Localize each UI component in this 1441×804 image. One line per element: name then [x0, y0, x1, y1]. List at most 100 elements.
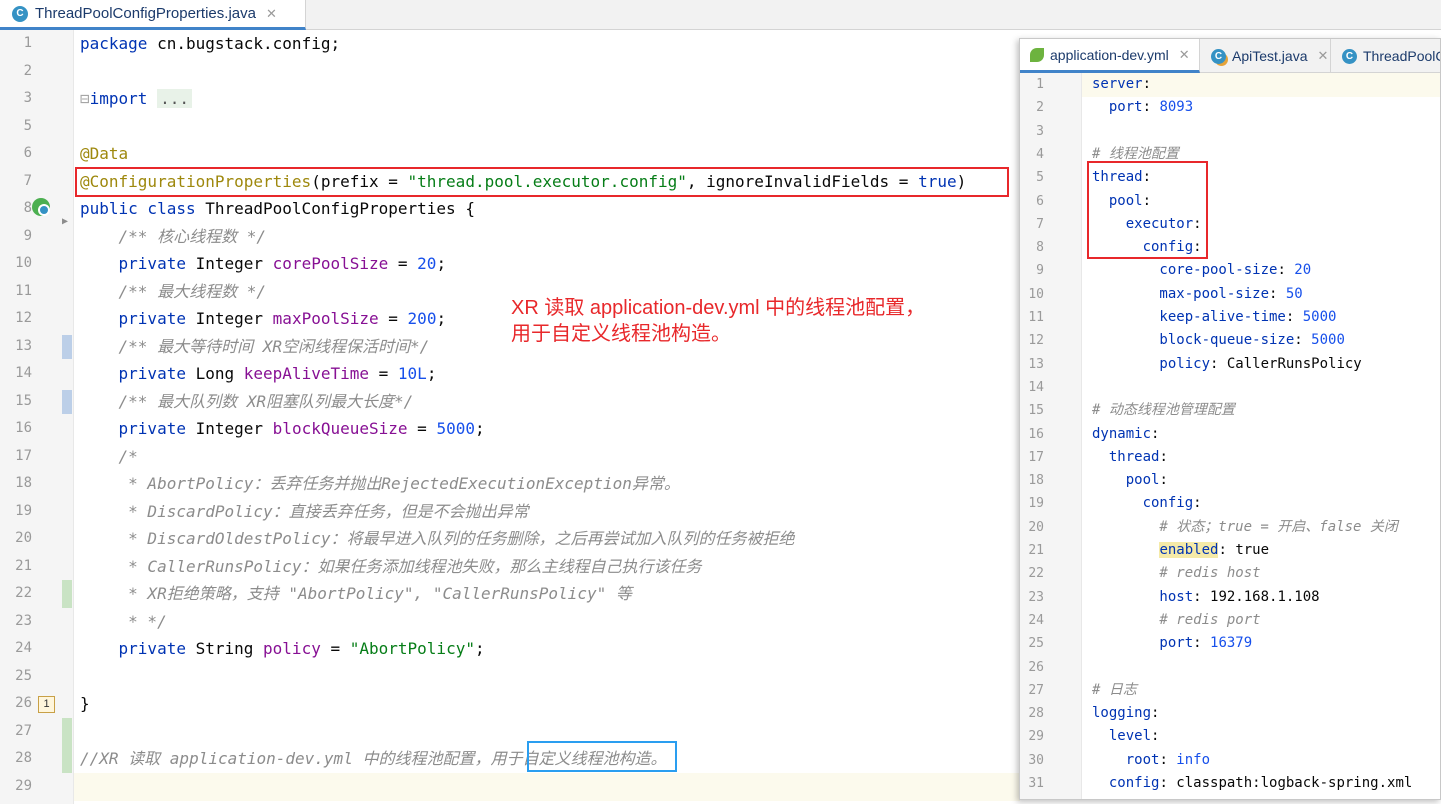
comment: * XR拒绝策略，支持 "AbortPolicy", "CallerRunsPo…	[80, 584, 632, 603]
line-number: 15	[1028, 403, 1044, 419]
line-number: 2	[1036, 100, 1044, 116]
tab-thread-pool-config-properties[interactable]: C ThreadPoolConfigProperties.java ✕	[0, 0, 306, 30]
close-icon[interactable]: ✕	[1317, 48, 1328, 64]
spring-leaf-icon	[1030, 47, 1044, 62]
comment: /** 最大线程数 */	[80, 282, 266, 301]
yml-key: port	[1092, 99, 1143, 116]
yml-colon: :	[1142, 76, 1152, 92]
line-number: 23	[1028, 589, 1044, 605]
test-class-icon: C	[1211, 48, 1226, 64]
code-text: =	[369, 364, 398, 383]
code-text: =	[378, 309, 408, 328]
line-number: 27	[1028, 682, 1044, 698]
line-number: 5	[1036, 170, 1044, 186]
line-number: 4	[1036, 146, 1044, 162]
yml-colon: :	[1193, 635, 1211, 652]
yml-key: server	[1092, 76, 1143, 92]
fold-icon[interactable]: ⊟	[80, 89, 90, 108]
code-line: private Integer blockQueueSize = 5000;	[80, 415, 485, 443]
close-icon[interactable]: ✕	[1179, 47, 1190, 63]
highlight-box-configuration-properties	[75, 167, 1009, 197]
line-number: 12	[1028, 333, 1044, 349]
close-icon[interactable]: ✕	[266, 6, 277, 22]
yml-key: root	[1092, 751, 1160, 768]
line-number: 21	[1028, 543, 1044, 558]
highlight-box-custom-thread-pool	[527, 741, 677, 772]
class-name: ThreadPoolConfigProperties {	[195, 199, 475, 218]
line-number: 30	[1028, 752, 1044, 768]
class-c-icon: C	[1342, 48, 1357, 64]
yml-colon: :	[1151, 705, 1160, 722]
yml-line: host: 192.168.1.108	[1092, 586, 1319, 609]
code-text: ;	[474, 419, 485, 438]
comment: * DiscardPolicy：直接丢弃任务，但是不会抛出异常	[80, 502, 529, 521]
field: maxPoolSize	[272, 309, 379, 328]
type: Integer	[185, 254, 273, 273]
tab-thread-pool-config[interactable]: C ThreadPoolC	[1332, 39, 1440, 73]
line-number: 7	[1036, 216, 1044, 232]
spring-bean-icon[interactable]	[32, 198, 50, 216]
yml-line: thread:	[1092, 446, 1168, 469]
line-number: 12	[15, 310, 32, 326]
type: String	[185, 639, 264, 658]
code-text: ;	[436, 254, 447, 273]
number: 10L	[397, 364, 427, 383]
line-number: 10	[1028, 286, 1044, 302]
line-number: 2	[23, 63, 32, 79]
code-text: =	[407, 419, 437, 438]
type: Long	[185, 364, 244, 383]
yml-line: server:	[1092, 73, 1151, 96]
keyword: import	[89, 89, 148, 108]
line-number: 13	[15, 338, 32, 354]
field: blockQueueSize	[272, 419, 408, 438]
bookmark-icon[interactable]: 1	[38, 696, 55, 713]
code-line: private Integer corePoolSize = 20;	[80, 250, 447, 278]
collapsed-imports[interactable]: ...	[157, 89, 192, 108]
field: corePoolSize	[272, 254, 389, 273]
line-number: 6	[1036, 193, 1044, 209]
keyword: private	[80, 639, 186, 658]
yml-comment: # redis port	[1092, 611, 1261, 628]
code-text: ;	[436, 309, 447, 328]
line-number: 13	[1028, 356, 1044, 372]
yml-colon: :	[1159, 775, 1177, 791]
line-number: 11	[15, 283, 32, 299]
yml-colon: :	[1151, 728, 1160, 745]
line-number: 18	[1028, 473, 1044, 489]
tab-application-dev-yml[interactable]: application-dev.yml ✕	[1020, 39, 1200, 73]
class-c-icon: C	[12, 5, 28, 22]
yml-line: level:	[1092, 725, 1160, 748]
code-text: =	[388, 254, 418, 273]
field: policy	[263, 639, 321, 658]
code-text: ;	[474, 639, 485, 658]
yml-key: block-queue-size	[1092, 332, 1295, 349]
line-number: 10	[15, 255, 32, 271]
yml-line: max-pool-size: 50	[1092, 283, 1302, 306]
field: keepAliveTime	[243, 364, 369, 383]
yml-value: 20	[1294, 262, 1312, 279]
package-name: cn.bugstack.config;	[147, 34, 341, 53]
change-marker	[62, 718, 72, 773]
yml-value: info	[1176, 751, 1211, 768]
yml-line: port: 8093	[1092, 96, 1193, 119]
code-line: public class ThreadPoolConfigProperties …	[80, 195, 475, 223]
comment: * */	[80, 612, 167, 631]
code-line: private String policy = "AbortPolicy";	[80, 635, 485, 663]
yml-colon: :	[1218, 542, 1236, 558]
comment: * AbortPolicy：丢弃任务并抛出RejectedExecutionEx…	[80, 474, 680, 493]
implementations-marker-icon[interactable]: ▶	[62, 216, 68, 227]
yml-key: logging	[1092, 705, 1152, 722]
comment: /** 最大队列数 XR阻塞队列最大长度*/	[80, 392, 414, 411]
line-number: 9	[1036, 263, 1044, 279]
line-number: 24	[15, 640, 32, 656]
yml-key: core-pool-size	[1092, 262, 1278, 279]
tab-api-test-java[interactable]: C ApiTest.java ✕	[1201, 39, 1331, 73]
yml-colon: :	[1151, 425, 1160, 442]
yml-value: CallerRunsPolicy	[1226, 355, 1362, 372]
code-line: package cn.bugstack.config;	[80, 30, 340, 58]
yml-line: dynamic:	[1092, 423, 1159, 446]
tab-label: ThreadPoolConfigProperties.java	[35, 5, 256, 22]
code-text: =	[320, 639, 350, 658]
code-text: ;	[426, 364, 437, 383]
line-number: 31	[1028, 776, 1044, 791]
